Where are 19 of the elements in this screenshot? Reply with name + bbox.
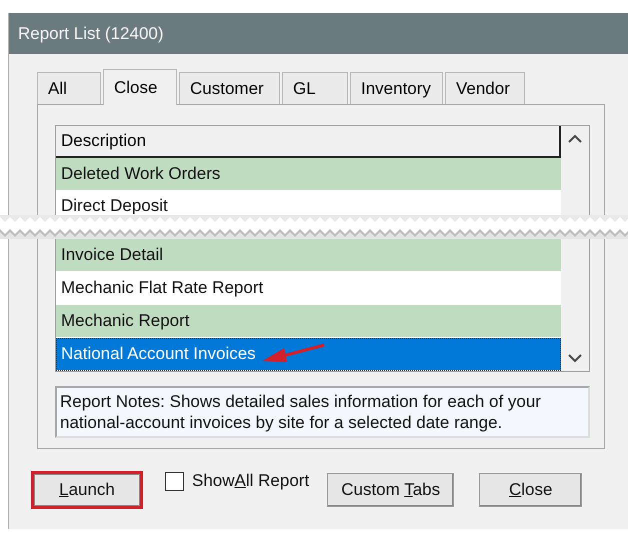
scroll-up-icon[interactable]	[568, 134, 582, 143]
scroll-down-icon[interactable]	[568, 354, 582, 363]
tab[interactable]: GL	[282, 72, 348, 104]
tab[interactable]: Close	[103, 69, 177, 105]
list-row[interactable]: Deleted Work Orders	[56, 158, 561, 191]
custom-tabs-button[interactable]: Custom Tabs	[327, 473, 454, 508]
report-notes: Report Notes: Shows detailed sales information for each of your national-account invoices by site for a selected date range.	[55, 386, 590, 438]
list-row[interactable]: Invoice Detail	[56, 239, 561, 272]
window-title: Report List (12400)	[9, 13, 628, 54]
tab[interactable]: All	[37, 72, 101, 104]
list-row[interactable]: National Account Invoices	[56, 338, 561, 371]
show-all-checkbox[interactable]: ShowAll Report	[165, 471, 310, 492]
tab[interactable]: Customer	[179, 72, 280, 104]
close-button[interactable]: Close	[479, 473, 582, 508]
launch-button[interactable]: Launch	[31, 471, 143, 510]
tab[interactable]: Inventory	[350, 72, 443, 104]
list-row[interactable]: Mechanic Flat Rate Report	[56, 272, 561, 305]
tab[interactable]: Vendor	[445, 72, 525, 104]
list-row[interactable]: Mechanic Report	[56, 305, 561, 338]
